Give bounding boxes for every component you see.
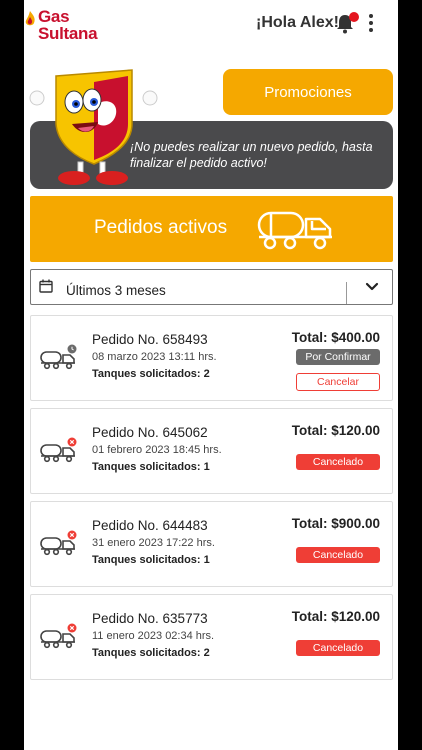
active-orders-banner[interactable]: Pedidos activos — [30, 196, 393, 262]
status-badge: Por Confirmar — [296, 349, 380, 365]
order-number: Pedido No. 645062 — [92, 425, 208, 440]
filter-label: Últimos 3 meses — [66, 283, 166, 298]
order-card[interactable]: Pedido No. 644483 31 enero 2023 17:22 hr… — [30, 501, 393, 587]
brand-line-2: Sultana — [38, 24, 98, 43]
order-total: Total: $400.00 — [291, 330, 380, 345]
more-options-icon[interactable] — [368, 14, 374, 34]
notification-dot — [349, 12, 359, 22]
order-date: 11 enero 2023 02:34 hrs. — [92, 630, 215, 642]
filter-divider — [346, 282, 347, 304]
order-date: 31 enero 2023 17:22 hrs. — [92, 537, 215, 549]
brand-line-1: Gas — [38, 7, 70, 26]
order-truck-icon — [40, 530, 77, 556]
order-date: 08 marzo 2023 13:11 hrs. — [92, 351, 217, 363]
flame-logo-icon — [25, 11, 35, 26]
order-truck-icon — [40, 437, 77, 463]
chevron-down-icon[interactable] — [365, 282, 379, 292]
order-card[interactable]: Pedido No. 645062 01 febrero 2023 18:45 … — [30, 408, 393, 494]
order-number: Pedido No. 658493 — [92, 332, 208, 347]
alert-message: ¡No puedes realizar un nuevo pedido, has… — [130, 140, 373, 170]
status-badge: Cancelado — [296, 454, 380, 470]
order-tanks: Tanques solicitados: 2 — [92, 647, 210, 659]
order-tanks: Tanques solicitados: 2 — [92, 368, 210, 380]
promotions-button[interactable]: Promociones — [223, 69, 393, 115]
order-number: Pedido No. 644483 — [92, 518, 208, 533]
order-card[interactable]: Pedido No. 658493 08 marzo 2023 13:11 hr… — [30, 315, 393, 401]
order-tanks: Tanques solicitados: 1 — [92, 554, 210, 566]
top-bar: Gas Sultana ¡Hola Alex! — [24, 0, 398, 50]
active-orders-title: Pedidos activos — [94, 217, 228, 238]
mascot-illustration — [29, 69, 158, 185]
user-greeting: ¡Hola Alex! — [256, 14, 339, 31]
order-truck-icon — [40, 344, 77, 370]
gas-truck-icon — [257, 211, 332, 250]
order-truck-icon — [40, 623, 77, 649]
status-badge: Cancelado — [296, 640, 380, 656]
order-total: Total: $900.00 — [291, 516, 380, 531]
order-number: Pedido No. 635773 — [92, 611, 208, 626]
gas-sultana-logo: Gas Sultana — [24, 8, 114, 44]
order-tanks: Tanques solicitados: 1 — [92, 461, 210, 473]
calendar-icon — [39, 279, 53, 293]
status-badge: Cancelado — [296, 547, 380, 563]
date-range-filter[interactable]: Últimos 3 meses — [30, 269, 393, 305]
order-date: 01 febrero 2023 18:45 hrs. — [92, 444, 222, 456]
order-total: Total: $120.00 — [291, 423, 380, 438]
order-card[interactable]: Pedido No. 635773 11 enero 2023 02:34 hr… — [30, 594, 393, 680]
order-total: Total: $120.00 — [291, 609, 380, 624]
app-screen: Gas Sultana ¡Hola Alex! ¡No puedes reali… — [24, 0, 398, 750]
cancel-order-button[interactable]: Cancelar — [296, 373, 380, 391]
